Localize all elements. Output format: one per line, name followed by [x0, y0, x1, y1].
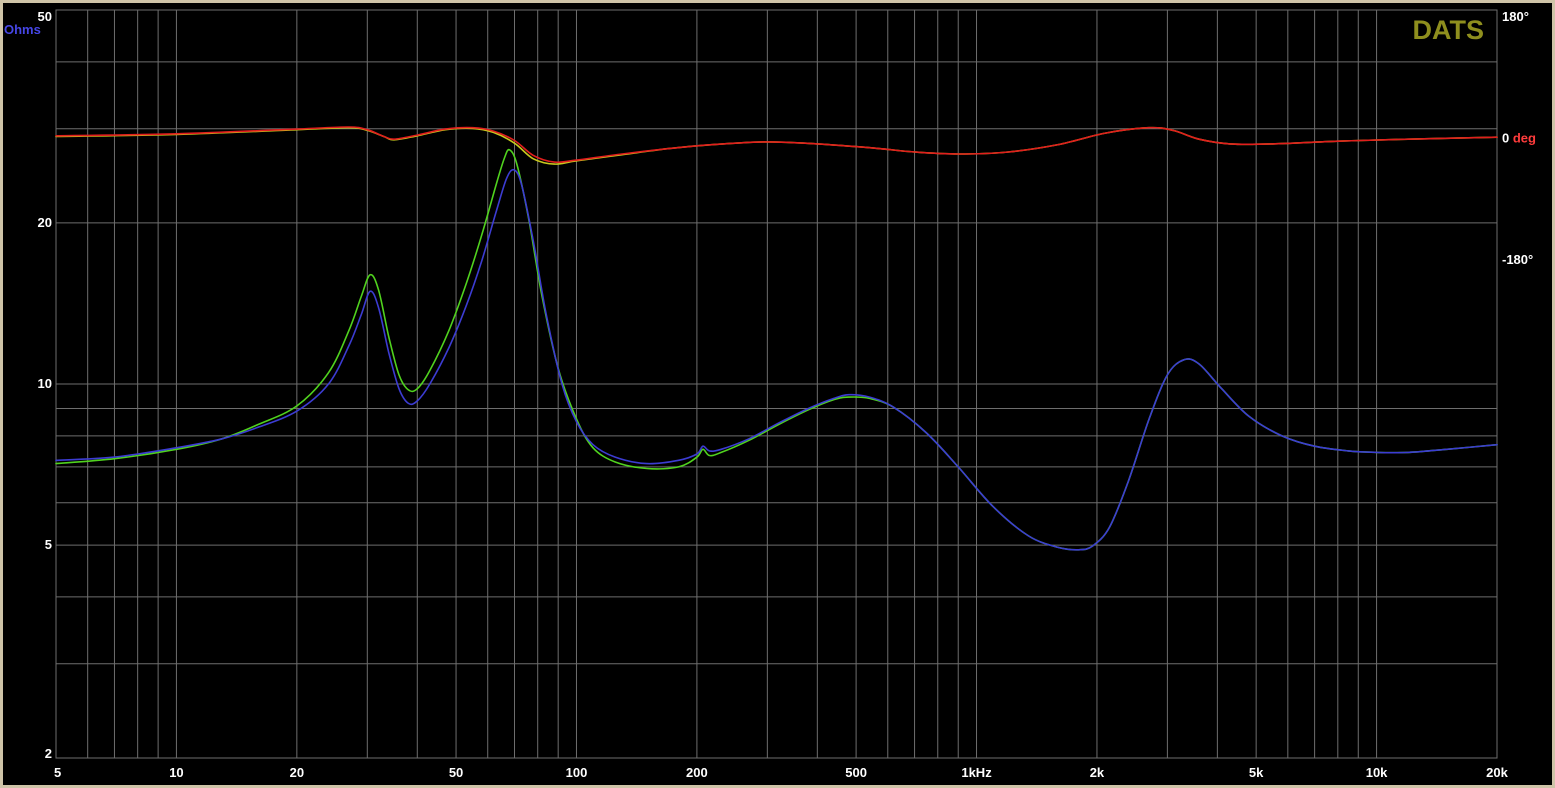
phase-tick-label: 0 deg — [1502, 131, 1536, 146]
x-tick-label: 1kHz — [961, 765, 992, 780]
x-tick-label: 200 — [686, 765, 708, 780]
y-axis-left: 50201052 — [38, 9, 52, 761]
y-unit-label: Ohms — [4, 22, 41, 37]
x-tick-label: 5k — [1249, 765, 1264, 780]
y-axis-right: 180° 0 deg -180° — [1502, 9, 1536, 267]
y-tick-label: 5 — [45, 537, 52, 552]
x-tick-label: 100 — [566, 765, 588, 780]
brand-label: DATS — [1413, 15, 1485, 45]
impedance-phase-chart: 5 10 20 50 100 200 500 1kHz 2k 5k 10k 20k 50201052 … — [4, 9, 1536, 780]
x-tick-label: 50 — [449, 765, 463, 780]
y-tick-label: 10 — [38, 376, 52, 391]
phase-tick-label: -180° — [1502, 252, 1533, 267]
y-tick-label: 20 — [38, 215, 52, 230]
x-axis: 5 10 20 50 100 200 500 1kHz 2k 5k 10k 20k — [54, 765, 1509, 780]
y-tick-label: 2 — [45, 746, 52, 761]
phase-tick-label: 180° — [1502, 9, 1529, 24]
x-tick-label: 20k — [1486, 765, 1508, 780]
x-tick-label: 20 — [290, 765, 304, 780]
x-tick-label: 5 — [54, 765, 61, 780]
x-tick-label: 2k — [1090, 765, 1105, 780]
x-tick-label: 10k — [1366, 765, 1388, 780]
x-tick-label: 10 — [169, 765, 183, 780]
x-tick-label: 500 — [845, 765, 867, 780]
